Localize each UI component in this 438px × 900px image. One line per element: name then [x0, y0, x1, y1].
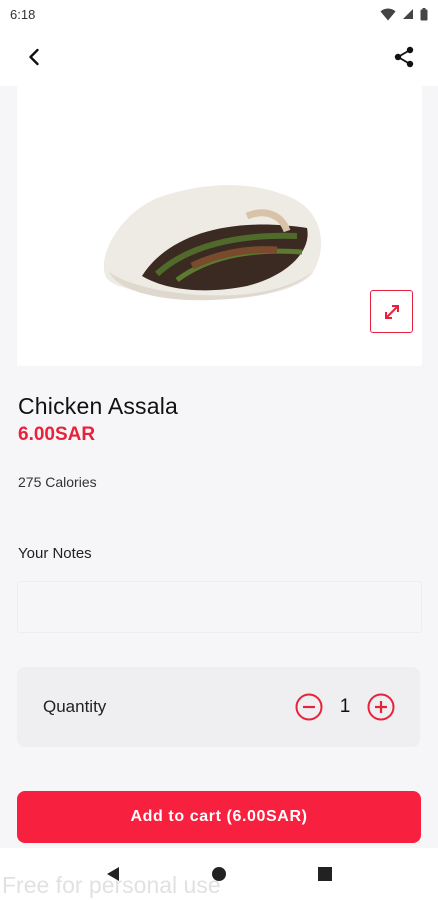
quantity-label: Quantity — [43, 697, 107, 716]
quantity-card: Quantity 1 — [17, 667, 420, 747]
quantity-value: 1 — [339, 696, 351, 717]
nav-recents-button[interactable] — [305, 854, 345, 894]
nav-home-icon — [212, 867, 226, 881]
system-nav-bar — [0, 848, 438, 900]
product-calories: 275 Calories — [18, 474, 97, 490]
product-image-card — [17, 86, 422, 366]
product-title: Chicken Assala — [18, 393, 179, 419]
expand-icon — [384, 304, 399, 319]
quantity-stepper: 1 — [294, 692, 396, 722]
increase-quantity-button[interactable] — [366, 692, 396, 722]
battery-icon — [420, 7, 428, 20]
back-arrow-icon — [29, 48, 39, 66]
decrease-quantity-button[interactable] — [294, 692, 324, 722]
nav-back-button[interactable] — [93, 854, 133, 894]
share-button[interactable] — [386, 39, 422, 75]
wifi-icon — [380, 8, 396, 20]
notes-input[interactable] — [17, 581, 422, 633]
notes-label: Your Notes — [18, 545, 92, 562]
share-icon — [394, 46, 414, 68]
product-price: 6.00SAR — [18, 424, 96, 445]
plus-circle-icon — [367, 693, 395, 721]
status-time: 6:18 — [10, 6, 36, 22]
product-image — [103, 185, 322, 301]
nav-home-button[interactable] — [199, 854, 239, 894]
back-button[interactable] — [16, 39, 52, 75]
app-bar — [0, 28, 438, 86]
nav-recents-icon — [318, 867, 332, 881]
status-bar: 6:18 — [0, 0, 438, 28]
nav-back-icon — [107, 867, 119, 881]
signal-icon — [403, 9, 413, 19]
add-to-cart-button[interactable]: Add to cart (6.00SAR) — [17, 791, 421, 843]
minus-circle-icon — [295, 693, 323, 721]
status-icons — [380, 7, 428, 21]
expand-image-button[interactable] — [370, 290, 413, 333]
